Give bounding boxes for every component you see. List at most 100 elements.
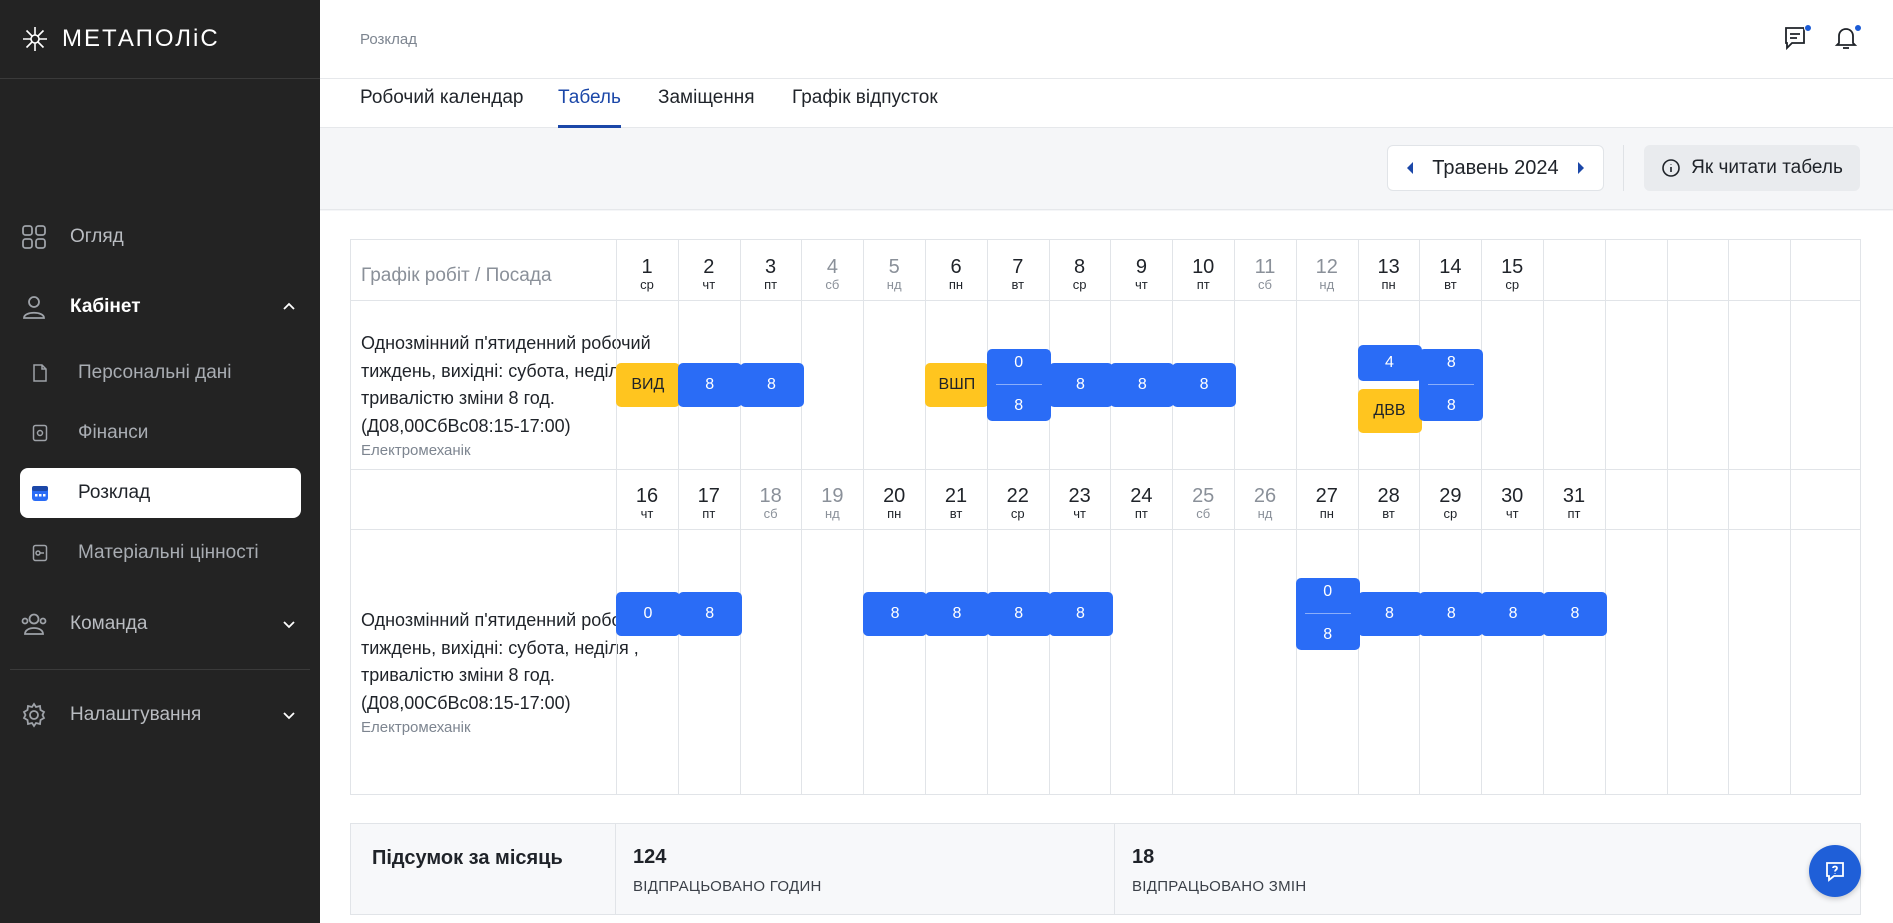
shifts-stat: 18 ВІДПРАЦЬОВАНО ЗМІН	[1132, 846, 1307, 895]
sidebar-item-label: Налаштування	[70, 704, 202, 725]
column-divider	[1667, 240, 1668, 794]
status-cell[interactable]: ВИД	[615, 362, 680, 407]
tab-work-calendar[interactable]: Робочий календар	[360, 87, 524, 128]
calendar-icon	[30, 483, 50, 503]
help-button[interactable]	[1809, 845, 1861, 897]
hours-cell[interactable]: 8	[986, 591, 1051, 636]
cell-value: 8	[1570, 604, 1580, 622]
timesheet-panel: Графік робіт / Посада Однозмінний п'ятид…	[320, 211, 1893, 923]
divider	[1623, 145, 1624, 191]
notifications-button[interactable]	[1832, 24, 1862, 54]
tabs-bar: Робочий календар Табель Заміщення Графік…	[320, 79, 1893, 128]
hours-cell[interactable]: 8	[863, 591, 928, 636]
logo-icon	[23, 27, 47, 51]
hours-cell[interactable]: 8	[924, 591, 989, 636]
cell-value: ВИД	[631, 375, 665, 393]
sidebar-item-team[interactable]: Команда	[20, 599, 301, 649]
sidebar-item-assets[interactable]: Матеріальні цінності	[20, 528, 301, 578]
sidebar-item-label: Кабінет	[70, 296, 141, 317]
messages-button[interactable]	[1782, 24, 1812, 54]
month-summary: Підсумок за місяць 124 ВІДПРАЦЬОВАНО ГОД…	[350, 823, 1861, 915]
cell-value: 8	[1385, 604, 1394, 622]
hours-cell[interactable]: 8	[1481, 591, 1546, 636]
hours-cell[interactable]: 8	[677, 362, 742, 407]
key-icon	[30, 543, 50, 563]
hours-cell[interactable]: 88	[1419, 348, 1484, 421]
sidebar-item-personal-data[interactable]: Персональні дані	[20, 348, 301, 398]
cell-value: 0	[1323, 583, 1333, 601]
hours-value: 124	[633, 846, 667, 868]
day-of-week: пт	[1567, 506, 1581, 521]
cell-value: 8	[952, 604, 962, 622]
shifts-value: 18	[1132, 846, 1155, 868]
how-to-read-label: Як читати табель	[1691, 157, 1843, 178]
team-icon	[20, 610, 48, 638]
gear-icon	[20, 701, 48, 729]
hours-cell[interactable]: 8	[1110, 362, 1175, 407]
cell-value: 8	[767, 375, 776, 393]
sidebar-item-cabinet[interactable]: Кабінет	[20, 282, 301, 332]
column-divider	[1728, 240, 1729, 794]
cell-value: 8	[1076, 375, 1085, 393]
hours-cell[interactable]: 8	[1048, 591, 1113, 636]
cell-divider	[1428, 383, 1475, 385]
hours-cell[interactable]: 8	[1419, 591, 1484, 636]
cell-divider	[1304, 612, 1351, 614]
sidebar-item-finance[interactable]: Фінанси	[20, 408, 301, 458]
logo[interactable]: МЕТАПОЛіС	[0, 0, 320, 79]
top-header: Розклад	[320, 0, 1893, 79]
day-number: 31	[1562, 485, 1586, 507]
cell-value: 8	[1137, 375, 1147, 393]
hours-cell[interactable]: 8	[1357, 591, 1422, 636]
row-divider	[351, 469, 1860, 470]
cell-value: 8	[1446, 604, 1456, 622]
hours-cell[interactable]: 4	[1357, 344, 1422, 381]
info-icon	[1662, 159, 1680, 177]
toolbar: Травень 2024 Як читати табель	[320, 128, 1893, 210]
tab-substitution[interactable]: Заміщення	[658, 87, 755, 128]
cell-value: 8	[1508, 604, 1518, 622]
breadcrumb[interactable]: Розклад	[360, 31, 417, 48]
sidebar-item-overview[interactable]: Огляд	[20, 212, 301, 262]
cell-value: 8	[1446, 396, 1456, 414]
cell-value: 0	[1014, 354, 1024, 372]
brand-name: МЕТАПОЛіС	[62, 25, 220, 52]
tab-timesheet[interactable]: Табель	[558, 87, 621, 128]
sidebar-item-label: Матеріальні цінності	[78, 542, 259, 563]
sidebar-item-label: Фінанси	[78, 422, 149, 443]
cell-value: 8	[1076, 604, 1085, 622]
document-icon	[30, 363, 50, 383]
hours-cell[interactable]: 08	[986, 348, 1051, 421]
cell-value: 8	[890, 604, 900, 622]
sidebar-item-settings[interactable]: Налаштування	[20, 690, 301, 740]
hours-cell[interactable]: 0	[615, 591, 680, 636]
hours-cell[interactable]: 08	[1295, 577, 1360, 650]
column-divider	[1790, 240, 1791, 794]
sidebar-item-schedule[interactable]: Розклад	[20, 468, 301, 518]
cell-value: ДВВ	[1373, 401, 1406, 419]
divider	[1114, 824, 1115, 914]
status-cell[interactable]: ВШП	[924, 362, 989, 407]
cell-divider	[995, 383, 1042, 385]
notification-dot	[1854, 24, 1862, 32]
hours-cell[interactable]: 8	[1048, 362, 1113, 407]
hours-stat: 124 ВІДПРАЦЬОВАНО ГОДИН	[633, 846, 822, 895]
hours-cell[interactable]: 8	[1172, 362, 1237, 407]
prev-month-button[interactable]	[1404, 161, 1416, 175]
cell-value: 0	[643, 604, 653, 622]
row-divider	[351, 300, 1860, 301]
hours-cell[interactable]: 8	[677, 591, 742, 636]
how-to-read-button[interactable]: Як читати табель	[1644, 145, 1860, 191]
status-cell[interactable]: ДВВ	[1357, 388, 1422, 433]
cell-value: 8	[1199, 375, 1209, 393]
day-header: 15 ср	[1475, 256, 1549, 292]
tab-vacation-schedule[interactable]: Графік відпусток	[792, 87, 938, 128]
cell-value: 8	[1014, 396, 1024, 414]
hours-label: ВІДПРАЦЬОВАНО ГОДИН	[633, 878, 822, 895]
hours-cell[interactable]: 8	[1542, 591, 1607, 636]
next-month-button[interactable]	[1575, 161, 1587, 175]
position-label: Електромеханік	[361, 442, 471, 459]
hours-cell[interactable]: 8	[739, 362, 804, 407]
month-picker: Травень 2024	[1387, 145, 1604, 191]
summary-title: Підсумок за місяць	[372, 847, 563, 869]
